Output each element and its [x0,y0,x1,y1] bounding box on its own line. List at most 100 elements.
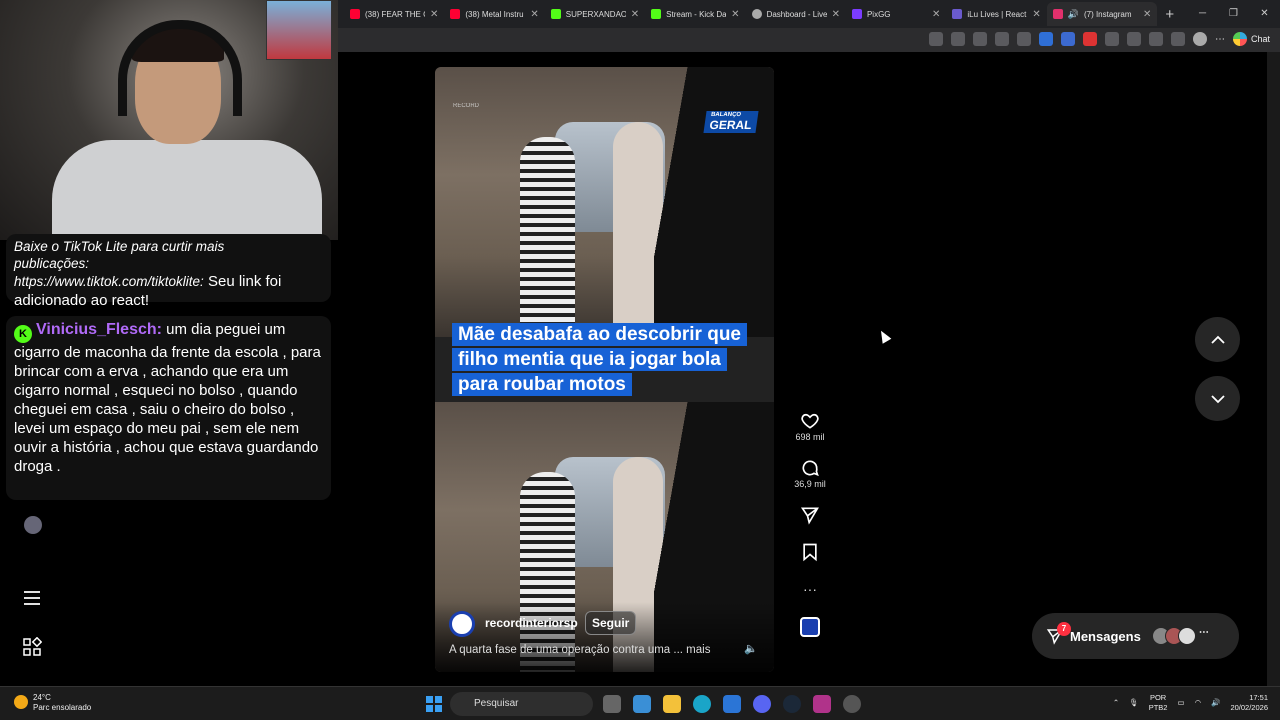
new-tab-button[interactable]: + [1165,6,1174,23]
system-message-line: publicações: [14,256,90,271]
puzzle-icon[interactable] [1104,32,1119,46]
scrollbar[interactable] [1267,52,1280,686]
zoom-icon[interactable] [950,32,965,46]
app-icon[interactable] [843,695,861,713]
microphone-icon[interactable]: 🎙 [1129,698,1139,708]
display-icon[interactable]: ▭ [1177,698,1184,708]
steam-icon[interactable] [783,695,801,713]
chat-message-text: um dia peguei um cigarro de maconha da f… [14,321,321,475]
system-message-line: Baixe o TikTok Lite para curtir mais [14,239,225,254]
follow-button[interactable]: Seguir [585,611,637,635]
minimize-button[interactable]: ─ [1187,0,1218,28]
download-icon[interactable] [1170,32,1185,46]
video-frame [435,67,774,337]
more-options-icon[interactable]: ⋯ [1215,34,1225,45]
speaker-icon[interactable]: 🔊 [1068,9,1079,20]
description-text: A quarta fase de uma operação contra uma [449,644,671,656]
edge-icon[interactable] [693,695,711,713]
heart-icon [801,413,819,429]
extension-icon[interactable] [1038,32,1053,46]
tab-youtube-2[interactable]: (38) Metal Instru ✕ [444,2,544,26]
taskbar-search[interactable]: Pesquisar [450,692,593,716]
store-icon[interactable] [723,695,741,713]
volume-icon[interactable]: 🔈 [744,642,758,655]
close-icon[interactable]: ✕ [1143,9,1151,20]
tab-kick-1[interactable]: SUPERXANDAO S ✕ [545,2,645,26]
tab-dashboard[interactable]: Dashboard - Live ✕ [746,2,846,26]
comment-button[interactable]: 36,9 mil [790,457,830,489]
wifi-icon[interactable]: ◠ [1195,698,1202,708]
copilot-icon[interactable] [633,695,651,713]
obs-icon[interactable] [813,695,831,713]
system-message-link: https://www.tiktok.com/tiktoklite: [14,274,204,289]
copilot-chat-button[interactable]: Chat [1232,32,1270,46]
system-tray: ⌃ 🎙 POR PTB2 ▭ ◠ 🔊 17:51 20/02/2026 [1113,693,1268,713]
task-view-icon[interactable] [603,695,621,713]
read-aloud-icon[interactable] [972,32,987,46]
kick-icon [651,9,662,19]
close-icon[interactable]: ✕ [1032,9,1040,20]
close-icon[interactable]: ✕ [430,9,438,20]
reel-description[interactable]: A quarta fase de uma operação contra uma… [449,644,710,656]
close-icon[interactable]: ✕ [832,9,840,20]
like-count: 698 mil [795,432,825,442]
close-icon[interactable]: ✕ [932,9,940,20]
close-icon[interactable]: ✕ [731,9,739,20]
language-code: POR [1149,693,1167,702]
apps-grid-icon[interactable] [22,636,43,657]
globe-icon [751,9,762,19]
menu-icon[interactable] [22,588,42,608]
tab-ilu-lives[interactable]: iLu Lives | React ✕ [946,2,1046,26]
discord-icon[interactable] [753,695,771,713]
tab-kick-2[interactable]: Stream - Kick Das ✕ [645,2,745,26]
collections-icon[interactable] [1148,32,1163,46]
volume-icon[interactable]: 🔊 [1211,698,1220,708]
split-screen-icon[interactable] [928,32,943,46]
save-button[interactable] [790,541,830,563]
tab-instagram[interactable]: 🔊 (7) Instagram ✕ [1046,2,1158,26]
extension-icon[interactable] [1082,32,1097,46]
file-explorer-icon[interactable] [663,695,681,713]
profile-avatar[interactable] [1192,32,1207,46]
tab-title: Stream - Kick Das [666,9,727,19]
more-link[interactable]: ... mais [673,644,710,656]
time: 17:51 [1249,693,1268,702]
windows-start-icon[interactable] [426,696,442,712]
comment-icon [802,460,819,477]
weather-widget[interactable]: 24°C Parc ensolarado [14,693,91,713]
unread-badge: 7 [1057,622,1071,636]
close-icon[interactable]: ✕ [631,9,639,20]
headphones [118,20,242,116]
chevron-up-icon [1210,335,1225,344]
messages-label: Mensagens [1070,628,1141,644]
like-button[interactable]: 698 mil [790,410,830,442]
close-window-button[interactable]: ✕ [1249,0,1280,28]
tab-youtube-1[interactable]: (38) FEAR THE CL ✕ [344,2,444,26]
extension-icon[interactable] [1060,32,1075,46]
taskbar-apps [603,695,861,713]
account-name[interactable]: recordinteriorsp [485,616,578,630]
extension-icon[interactable] [1016,32,1031,46]
messages-widget[interactable]: 7 Mensagens ⋯ [1032,613,1239,659]
performance-icon[interactable] [1126,32,1141,46]
close-icon[interactable]: ✕ [530,9,538,20]
previous-reel-button[interactable] [1195,317,1240,362]
send-icon [800,507,819,525]
tab-pixgg[interactable]: PixGG ✕ [846,2,946,26]
chevron-up-icon[interactable]: ⌃ [1113,698,1119,708]
share-button[interactable] [790,504,830,526]
comment-count: 36,9 mil [794,479,826,489]
avatar [1177,627,1196,645]
program-tag-label: GERAL [708,118,753,132]
maximize-button[interactable]: ❐ [1218,0,1249,28]
favorite-star-icon[interactable] [994,32,1009,46]
clock[interactable]: 17:51 20/02/2026 [1230,693,1268,713]
youtube-icon [450,9,461,19]
audio-button[interactable] [790,615,830,637]
chevron-down-icon [1210,394,1225,403]
reel-video[interactable]: RECORD BALANÇO GERAL Mãe desabafa ao desc… [435,67,774,672]
language-indicator[interactable]: POR PTB2 [1149,693,1168,713]
more-options-button[interactable]: ··· [790,578,830,600]
account-avatar[interactable] [449,611,475,637]
next-reel-button[interactable] [1195,376,1240,421]
